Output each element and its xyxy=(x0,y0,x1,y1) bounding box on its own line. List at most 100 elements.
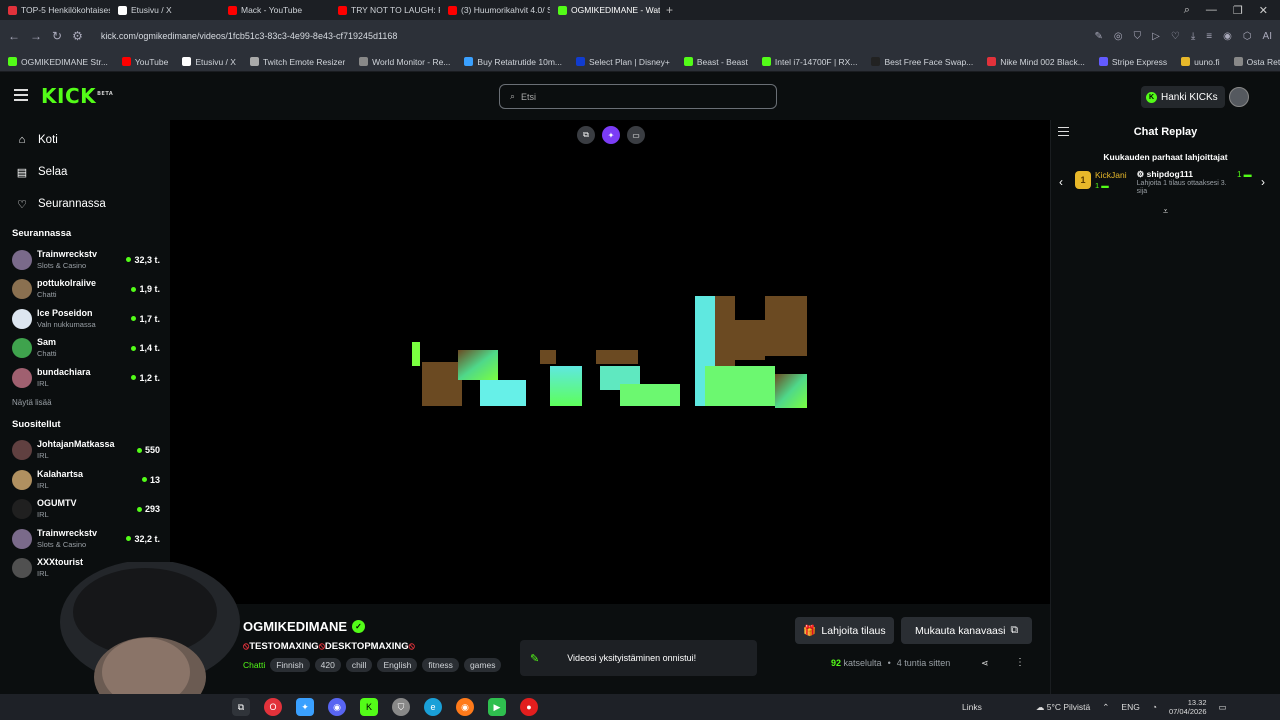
channel-item[interactable]: Kalahartsa IRL 13 xyxy=(0,465,170,495)
menu-icon[interactable]: ≡ xyxy=(1206,31,1212,42)
browser-tab[interactable]: Etusivu / X xyxy=(110,0,220,20)
hamburger-menu-icon[interactable] xyxy=(14,89,28,101)
discord-icon[interactable]: ◉ xyxy=(328,698,346,716)
maximize-button[interactable]: ❐ xyxy=(1233,4,1243,17)
get-kicks-button[interactable]: K Hanki KICKs xyxy=(1141,86,1225,108)
ai-button[interactable]: AI xyxy=(1263,31,1272,42)
channel-avatar xyxy=(12,308,32,329)
tag-chip[interactable]: Finnish xyxy=(270,658,310,672)
browser-tab[interactable]: OGMIKEDIMANE - Watch xyxy=(550,0,660,20)
shield-icon[interactable]: ⛉ xyxy=(1134,31,1142,42)
streamer-name[interactable]: OGMIKEDIMANE ✓ xyxy=(243,619,365,634)
bookmark-item[interactable]: Stripe Express xyxy=(1098,57,1167,67)
edge-icon[interactable]: e xyxy=(424,698,442,716)
links-toolbar[interactable]: Links xyxy=(962,702,982,712)
tray-expand-icon[interactable]: ⌃ xyxy=(1102,702,1109,713)
channel-item[interactable]: Sam Chatti 1,4 t. xyxy=(0,334,170,364)
network-icon[interactable]: ◔ xyxy=(1152,702,1157,712)
bookmark-item[interactable]: Beast - Beast xyxy=(683,57,748,67)
clock[interactable]: 13.32 07/04/2026 xyxy=(1169,698,1207,716)
share-icon[interactable]: ⋖ xyxy=(981,658,989,669)
next-icon[interactable]: › xyxy=(1261,175,1271,189)
bookmark-item[interactable]: Twitch Emote Resizer xyxy=(249,57,345,67)
weather-widget[interactable]: ☁ 5°C Pilvistä xyxy=(1036,702,1090,713)
extension-icon[interactable]: ⬡ xyxy=(1243,31,1252,42)
new-tab-button[interactable]: + xyxy=(660,3,679,17)
browser-tab[interactable]: TRY NOT TO LAUGH: FOO xyxy=(330,0,440,20)
camera-icon[interactable]: ◎ xyxy=(1114,31,1123,42)
show-more-link[interactable]: Näytä lisää xyxy=(0,393,170,413)
gift-subscription-button[interactable]: 🎁 Lahjoita tilaus xyxy=(795,617,894,644)
channel-avatar xyxy=(12,440,32,461)
back-icon[interactable]: ← xyxy=(8,29,20,43)
bookmark-item[interactable]: Select Plan | Disney+ xyxy=(576,57,670,67)
bookmark-item[interactable]: OGMIKEDIMANE Str... xyxy=(8,57,108,67)
gifter-first[interactable]: 1 KickJani 1 ▬ xyxy=(1075,170,1127,190)
channel-item[interactable]: JohtajanMatkassa IRL 550 xyxy=(0,436,170,466)
opera-icon[interactable]: O xyxy=(264,698,282,716)
reload-icon[interactable]: ↻ xyxy=(52,29,62,43)
channel-item[interactable]: Trainwreckstv Slots & Casino 32,3 t. xyxy=(0,245,170,275)
minimize-button[interactable]: — xyxy=(1206,4,1217,17)
channel-item[interactable]: Trainwreckstv Slots & Casino 32,2 t. xyxy=(0,524,170,554)
shield-app-icon[interactable]: ⛉ xyxy=(392,698,410,716)
tab-favicon-icon xyxy=(8,5,17,15)
profile-icon[interactable]: ◉ xyxy=(1223,31,1232,42)
kick-logo[interactable]: KICKBETA xyxy=(41,84,113,108)
tag-chip[interactable]: English xyxy=(377,658,418,672)
channel-item[interactable]: Ice Poseidon Valn nukkumassa 1,7 t. xyxy=(0,304,170,334)
channel-item[interactable]: pottukolraiive Chatti 1,9 t. xyxy=(0,275,170,305)
firefox-icon[interactable]: ◉ xyxy=(456,698,474,716)
nav-item-seurannassa[interactable]: ♡ Seurannassa xyxy=(0,188,170,220)
tag-chip[interactable]: chill xyxy=(345,658,373,672)
tag-chip[interactable]: 420 xyxy=(314,658,341,672)
gifter-first-name: KickJani xyxy=(1095,170,1127,180)
download-icon[interactable]: ⤓ xyxy=(1191,31,1195,42)
channel-item[interactable]: OGUMTV IRL 293 xyxy=(0,495,170,525)
close-window-button[interactable]: ✕ xyxy=(1259,4,1268,17)
forward-icon[interactable]: → xyxy=(30,29,42,43)
bookmark-favicon-icon xyxy=(359,57,369,66)
bookmark-item[interactable]: Osta Retatrutides | T... xyxy=(1233,57,1280,67)
bookmark-item[interactable]: Etusivu / X xyxy=(182,57,236,67)
customize-channel-button[interactable]: Mukauta kanavaasi ⧉ xyxy=(901,617,1032,644)
edit-icon[interactable]: ✎ xyxy=(1095,31,1103,42)
bookmark-item[interactable]: Nike Mind 002 Black... xyxy=(987,57,1085,67)
url-field[interactable]: kick.com/ogmikedimane/videos/1fcb51c3-83… xyxy=(101,31,398,41)
nav-item-koti[interactable]: ⌂ Koti xyxy=(0,124,170,156)
nav-item-selaa[interactable]: ▤ Selaa xyxy=(0,156,170,188)
site-info-icon[interactable]: ⚙ xyxy=(72,29,83,43)
previous-icon[interactable]: ‹ xyxy=(1059,175,1069,189)
browser-tab[interactable]: (3) Huumorikahvit 4.0/ Sp xyxy=(440,0,550,20)
more-options-icon[interactable]: ⋮ xyxy=(1015,657,1025,668)
user-avatar[interactable] xyxy=(1229,87,1249,107)
notifications-icon[interactable]: ▭ xyxy=(1219,702,1227,713)
bookmark-item[interactable]: Intel i7-14700F | RX... xyxy=(761,57,857,67)
category-link[interactable]: Chatti xyxy=(243,658,265,672)
bookmark-item[interactable]: World Monitor - Re... xyxy=(359,57,450,67)
task-view-icon[interactable]: ⧉ xyxy=(232,698,250,716)
search-tabs-icon[interactable]: ⌕ xyxy=(1184,4,1190,17)
language-indicator[interactable]: ENG xyxy=(1121,702,1139,712)
media-app-icon[interactable]: ▶ xyxy=(488,698,506,716)
bookmark-item[interactable]: YouTube xyxy=(121,57,168,67)
channel-item[interactable]: bundachiara IRL 1,2 t. xyxy=(0,363,170,393)
tag-chip[interactable]: fitness xyxy=(422,658,459,672)
channel-item[interactable]: XXXtourist IRL xyxy=(0,554,170,584)
video-player[interactable]: ⧉ ✦ ▭ xyxy=(170,120,1050,604)
bookmark-item[interactable]: uuno.fi xyxy=(1181,57,1220,67)
browser-tab[interactable]: TOP-5 Henkilökohtaisest xyxy=(0,0,110,20)
kick-app-icon[interactable]: K xyxy=(360,698,378,716)
app-icon[interactable]: ✦ xyxy=(296,698,314,716)
search-input[interactable]: ⌕ Etsi xyxy=(499,84,777,109)
browser-tab[interactable]: Mack - YouTube xyxy=(220,0,330,20)
record-icon[interactable]: ● xyxy=(520,698,538,716)
tag-chip[interactable]: games xyxy=(463,658,502,672)
play-icon[interactable]: ▷ xyxy=(1152,31,1160,42)
collapse-chat-icon[interactable] xyxy=(1058,127,1069,136)
gift-icon: 🎁 xyxy=(803,625,817,637)
bookmark-item[interactable]: Best Free Face Swap... xyxy=(871,57,973,67)
gifter-second[interactable]: ⚙ shipdog111 Lahjoita 1 tilaus ottaakses… xyxy=(1137,169,1229,196)
heart-icon[interactable]: ♡ xyxy=(1171,31,1180,42)
bookmark-item[interactable]: Buy Retatrutide 10m... xyxy=(464,57,562,67)
